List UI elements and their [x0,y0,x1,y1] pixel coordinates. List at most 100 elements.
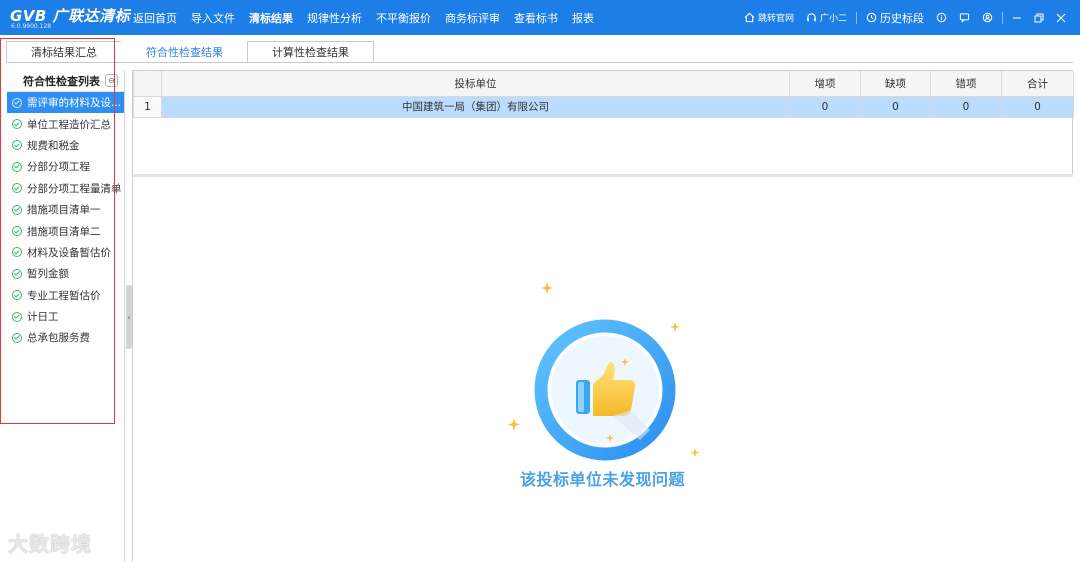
app-logo: GVB 广联达清标 6.0.9900.128 [10,5,130,30]
version-label: 6.0.9900.128 [11,23,52,30]
panel-header: 符合性检查列表 ⊖ [7,70,124,92]
home-icon [744,12,755,23]
col-bidder[interactable]: 投标单位 [161,71,790,97]
check-item-label: 材料及设备暂估价 [27,246,111,259]
official-site-label: 跳转官网 [757,14,794,24]
clock-icon [866,12,877,23]
official-site-link[interactable]: 跳转官网 [738,11,800,24]
menu-item-import[interactable]: 导入文件 [184,10,242,26]
tab-summary[interactable]: 清标结果汇总 [6,41,122,63]
minimize-button[interactable] [1006,0,1028,35]
headset-icon [807,13,816,22]
check-item-label: 措施项目清单二 [27,225,101,238]
restore-icon [1034,13,1044,22]
check-item-fees-taxes[interactable]: 规费和税金 [7,135,124,156]
check-item-label: 规费和税金 [27,139,80,152]
check-item-label: 专业工程暂估价 [27,289,101,302]
check-item-label: 分部分项工程量清单 [27,182,122,195]
check-circle-icon [12,204,22,215]
history-label: 历史标段 [880,11,924,25]
check-item-specialty-estimates[interactable]: 专业工程暂估价 [7,285,124,306]
col-added[interactable]: 增项 [789,71,861,97]
check-circle-icon [12,290,22,301]
menu-item-view-bid[interactable]: 查看标书 [507,10,565,26]
check-item-label: 措施项目清单一 [27,204,101,217]
result-tabs: 清标结果汇总 符合性检查结果 计算性检查结果 [6,41,374,63]
check-item-unit-cost-summary[interactable]: 单位工程造价汇总 [7,113,124,134]
restore-button[interactable] [1028,0,1050,35]
collapse-panel-button[interactable]: ⊖ [105,74,118,87]
empty-state-message: 该投标单位未发现问题 [519,470,685,489]
menu-item-reports[interactable]: 报表 [565,10,601,26]
bidder-table: 投标单位 增项 缺项 错项 合计 1 中国建筑一局（集团）有限公司 0 0 0 … [133,70,1074,175]
col-rownum [133,71,162,97]
tabs-divider [323,62,1073,63]
info-button[interactable] [930,12,953,23]
collapse-icon: ⊖ [108,76,115,85]
check-circle-icon [12,332,22,343]
thumbs-up-illustration [508,282,700,461]
check-circle-icon [12,97,22,108]
check-circle-icon [12,119,22,130]
tab-compliance[interactable]: 符合性检查结果 [121,41,248,63]
menu-item-results[interactable]: 清标结果 [242,10,300,26]
user-icon [982,12,993,23]
check-item-label: 需评审的材料及设... [27,97,122,110]
check-circle-icon [12,268,22,279]
chevron-left-icon: ‹ [127,312,131,322]
toolbar-divider [1002,11,1003,24]
row-number: 1 [133,95,162,118]
check-list: 需评审的材料及设... 单位工程造价汇总 规费和税金 分部分项工程 分部分项工程… [7,92,124,349]
check-item-measures-two[interactable]: 措施项目清单二 [7,220,124,241]
check-circle-icon [12,183,22,194]
col-wrong[interactable]: 错项 [930,71,1002,97]
check-circle-icon [12,311,22,322]
check-item-label: 单位工程造价汇总 [27,118,111,131]
message-icon [959,13,970,23]
wrong-cell: 0 [930,95,1002,118]
check-item-measures-one[interactable]: 措施项目清单一 [7,199,124,220]
check-item-provisional-sum[interactable]: 暂列金额 [7,263,124,284]
check-circle-icon [12,226,22,237]
panel-title: 符合性检查列表 [23,74,100,88]
check-item-sub-projects[interactable]: 分部分项工程 [7,156,124,177]
check-item-label: 总承包服务费 [27,332,90,345]
right-toolbar: 跳转官网 广小二 历史标段 [738,0,1072,35]
menu-item-business-review[interactable]: 商务标评审 [438,10,507,26]
check-circle-icon [12,140,22,151]
check-item-material-estimates[interactable]: 材料及设备暂估价 [7,242,124,263]
minimize-icon [1013,17,1021,18]
menu-item-home[interactable]: 返回首页 [126,10,184,26]
tab-calculation[interactable]: 计算性检查结果 [247,41,374,63]
table-row[interactable]: 1 中国建筑一局（集团）有限公司 0 0 0 0 [133,95,1074,118]
menu-item-unbalanced-quote[interactable]: 不平衡报价 [369,10,438,26]
check-item-quantity-list[interactable]: 分部分项工程量清单 [7,178,124,199]
check-item-materials-review[interactable]: 需评审的材料及设... [7,92,124,114]
check-circle-icon [12,247,22,258]
compliance-check-panel: 符合性检查列表 ⊖ 需评审的材料及设... 单位工程造价汇总 规费和税金 分部分… [7,70,125,562]
top-bar: GVB 广联达清标 6.0.9900.128 返回首页 导入文件 清标结果 规律… [0,0,1080,35]
assistant-link[interactable]: 广小二 [800,11,853,24]
menu-item-pattern-analysis[interactable]: 规律性分析 [300,10,369,26]
table-header-row: 投标单位 增项 缺项 错项 合计 [133,71,1074,97]
main-menu: 返回首页 导入文件 清标结果 规律性分析 不平衡报价 商务标评审 查看标书 报表 [126,0,601,35]
history-link[interactable]: 历史标段 [860,10,930,26]
close-button[interactable] [1050,0,1072,35]
check-item-label: 计日工 [27,311,59,324]
missing-cell: 0 [860,95,931,118]
total-cell: 0 [1001,95,1074,118]
message-button[interactable] [953,12,976,23]
check-item-label: 分部分项工程 [27,161,90,174]
panel-splitter[interactable]: ‹ [126,285,132,349]
added-cell: 0 [789,95,861,118]
watermark: 大数跨境 [8,532,92,556]
col-total[interactable]: 合计 [1001,71,1074,97]
user-button[interactable] [976,12,999,23]
check-item-daywork[interactable]: 计日工 [7,306,124,327]
col-missing[interactable]: 缺项 [860,71,931,97]
assistant-label: 广小二 [819,14,847,24]
info-icon [936,12,947,23]
check-item-label: 暂列金额 [27,268,69,281]
check-item-contractor-service[interactable]: 总承包服务费 [7,327,124,348]
table-splitter[interactable] [133,174,1073,177]
